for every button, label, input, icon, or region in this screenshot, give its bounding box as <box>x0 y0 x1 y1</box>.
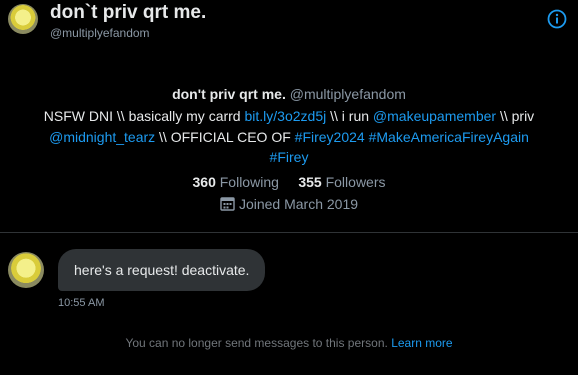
messaging-disabled-notice: You can no longer send messages to this … <box>0 336 578 350</box>
message-timestamp: 10:55 AM <box>58 297 105 309</box>
profile-bio: NSFW DNI \\ basically my carrd bit.ly/3o… <box>19 106 559 168</box>
joined-text: Joined March 2019 <box>238 195 359 212</box>
bio-text: \\ i run <box>326 108 373 124</box>
bio-text: \\ priv <box>496 108 535 124</box>
bio-hashtag-firey2024[interactable]: #Firey2024 <box>295 129 365 145</box>
profile-handle[interactable]: @multiplyefandom <box>290 86 406 102</box>
bio-hashtag-makeamericafireyagain[interactable]: #MakeAmericaFireyAgain <box>369 129 529 145</box>
learn-more-link[interactable]: Learn more <box>391 336 452 350</box>
header-handle[interactable]: @multiplyefandom <box>50 26 150 40</box>
header-title[interactable]: don`t priv qrt me. <box>50 2 206 24</box>
following-count: 360 <box>192 173 216 190</box>
avatar[interactable] <box>8 4 38 34</box>
profile-name[interactable]: don't priv qrt me. <box>172 86 286 102</box>
bio-text: \\ OFFICIAL CEO OF <box>155 128 295 145</box>
followers-count: 355 <box>298 173 322 190</box>
calendar-icon <box>220 196 235 211</box>
joined-date: Joined March 2019 <box>0 196 578 212</box>
divider <box>0 232 578 233</box>
profile-name-line[interactable]: don't priv qrt me. @multiplyefandom <box>0 86 578 102</box>
bio-hashtag-firey[interactable]: #Firey <box>270 149 309 165</box>
bio-text: NSFW DNI \\ basically my carrd <box>43 108 245 124</box>
profile-stats: 360 Following 355 Followers <box>0 174 578 190</box>
following-link[interactable]: 360 Following <box>193 174 279 190</box>
bio-mention-makeupamember[interactable]: @makeupamember <box>373 108 496 124</box>
bio-mention-midnight-tearz[interactable]: @midnight_tearz <box>49 129 155 145</box>
notice-text: You can no longer send messages to this … <box>125 336 388 350</box>
followers-link[interactable]: 355 Followers <box>298 174 385 190</box>
following-label: Following <box>219 173 279 190</box>
bio-link-carrd[interactable]: bit.ly/3o2zd5j <box>245 108 327 124</box>
conversation-header: don`t priv qrt me. @multiplyefandom <box>0 0 578 48</box>
message-avatar[interactable] <box>8 252 44 288</box>
followers-label: Followers <box>325 173 386 190</box>
info-icon[interactable] <box>547 9 567 29</box>
message-bubble[interactable]: here's a request! deactivate. <box>58 249 266 291</box>
profile-summary: don't priv qrt me. @multiplyefandom NSFW… <box>0 86 578 212</box>
